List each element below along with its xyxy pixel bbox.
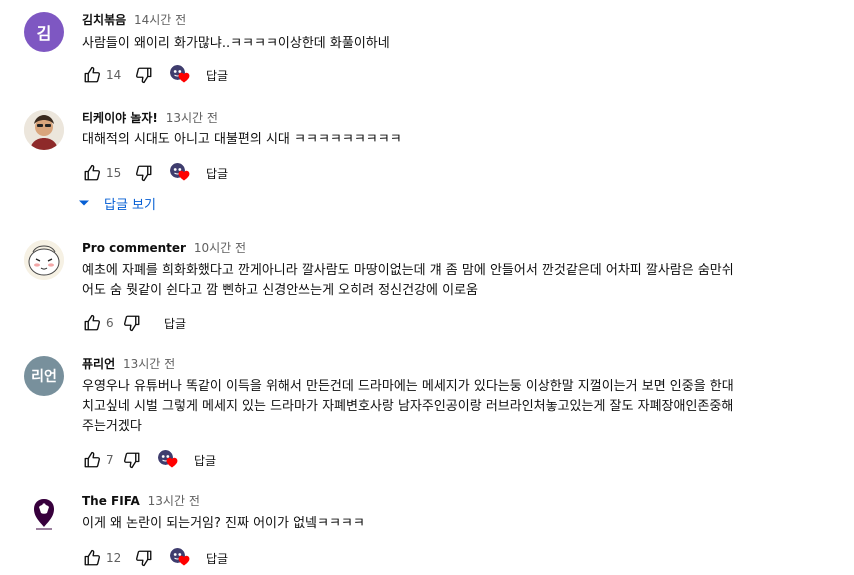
avatar-photo-icon: [24, 110, 64, 150]
comment-author[interactable]: Pro commenter: [82, 241, 186, 255]
like-button[interactable]: [80, 63, 104, 87]
comment-time[interactable]: 10시간 전: [194, 241, 246, 255]
comment-author[interactable]: The FIFA: [82, 494, 140, 508]
like-icon: [84, 314, 100, 331]
avatar[interactable]: 리언: [24, 356, 64, 396]
comment-author[interactable]: 퓨리언: [82, 357, 115, 371]
like-icon: [84, 451, 100, 468]
comment-text-line: 주는거겠다: [82, 419, 142, 434]
dislike-icon: [136, 550, 152, 567]
dislike-icon: [136, 67, 152, 84]
like-button[interactable]: [80, 311, 104, 335]
dislike-button[interactable]: [132, 161, 156, 185]
avatar[interactable]: [24, 110, 64, 150]
avatar[interactable]: [24, 240, 64, 280]
like-count: 14: [106, 68, 122, 82]
dislike-button[interactable]: [132, 546, 156, 570]
comment-time[interactable]: 14시간 전: [134, 13, 186, 27]
like-button[interactable]: [80, 448, 104, 472]
reply-button[interactable]: 답글: [206, 67, 228, 84]
avatar-character-icon: [24, 240, 64, 280]
dislike-icon: [136, 165, 152, 182]
reply-button[interactable]: 답글: [194, 452, 216, 469]
creator-heart-icon: [166, 457, 178, 468]
comment-text-line: 어도 숨 뭣같이 쉰다고 깜 삔하고 신경안쓰는게 오히려 정신건강에 이로움: [82, 283, 478, 298]
comment-text: 우영우나 유튜버나 똑같이 이득을 위해서 만든건데 드라마에는 메세지가 있다…: [82, 377, 842, 437]
dislike-button[interactable]: [132, 63, 156, 87]
dislike-button[interactable]: [120, 448, 144, 472]
comment-author[interactable]: 티케이야 놀자!: [82, 111, 158, 125]
avatar[interactable]: [24, 493, 64, 533]
avatar[interactable]: 김: [24, 12, 64, 52]
comment-text-line: 예초에 자폐를 희화화했다고 깐게아니라 깔사람도 마땅이없는데 걔 좀 맘에 …: [82, 263, 734, 278]
view-replies-label: 답글 보기: [104, 197, 156, 213]
reply-button[interactable]: 답글: [206, 550, 228, 567]
comment-text-line: 사람들이 왜이리 화가많냐..ㅋㅋㅋㅋ이상한데 화풀이하네: [82, 36, 390, 51]
comment-text-line: 이게 왜 논란이 되는거임? 진짜 어이가 없넼ㅋㅋㅋㅋ: [82, 516, 365, 531]
like-icon: [84, 549, 100, 566]
avatar-letter: 김: [36, 24, 52, 43]
like-button[interactable]: [80, 161, 104, 185]
creator-heart-icon: [178, 72, 190, 83]
like-count: 12: [106, 551, 122, 565]
dislike-button[interactable]: [120, 311, 144, 335]
like-icon: [84, 164, 100, 181]
chevron-down-icon: [79, 200, 89, 206]
creator-heart-icon: [178, 555, 190, 566]
comment-text: 사람들이 왜이리 화가많냐..ㅋㅋㅋㅋ이상한데 화풀이하네: [82, 34, 842, 54]
creator-heart: [168, 161, 192, 185]
comment-time[interactable]: 13시간 전: [166, 111, 218, 125]
avatar-letter: 리언: [31, 369, 57, 385]
comment-text-line: 대해적의 시대도 아니고 대불편의 시대 ㅋㅋㅋㅋㅋㅋㅋㅋㅋ: [82, 132, 402, 147]
reply-button[interactable]: 답글: [164, 315, 186, 332]
like-icon: [84, 66, 100, 83]
creator-heart: [156, 448, 180, 472]
like-count: 7: [106, 453, 114, 467]
creator-heart-icon: [178, 170, 190, 181]
dislike-icon: [124, 452, 140, 469]
comment-text-line: 치고싶네 시벌 그렇게 메세지 있는 드라마가 자폐변호사랑 남자주인공이랑 러…: [82, 399, 734, 414]
like-count: 6: [106, 316, 114, 330]
like-button[interactable]: [80, 546, 104, 570]
creator-heart: [168, 63, 192, 87]
comment-text: 대해적의 시대도 아니고 대불편의 시대 ㅋㅋㅋㅋㅋㅋㅋㅋㅋ: [82, 130, 842, 150]
dislike-icon: [124, 315, 140, 332]
comment-time[interactable]: 13시간 전: [123, 357, 175, 371]
creator-heart: [168, 546, 192, 570]
comment-text: 예초에 자폐를 희화화했다고 깐게아니라 깔사람도 마땅이없는데 걔 좀 맘에 …: [82, 261, 842, 301]
view-replies-button[interactable]: 답글 보기: [78, 192, 156, 214]
like-count: 15: [106, 166, 122, 180]
avatar-crest-icon: [24, 493, 64, 533]
reply-button[interactable]: 답글: [206, 165, 228, 182]
comment-text: 이게 왜 논란이 되는거임? 진짜 어이가 없넼ㅋㅋㅋㅋ: [82, 514, 842, 534]
comment-text-line: 우영우나 유튜버나 똑같이 이득을 위해서 만든건데 드라마에는 메세지가 있다…: [82, 379, 734, 394]
comment-author[interactable]: 김치볶음: [82, 13, 126, 27]
comment-time[interactable]: 13시간 전: [148, 494, 200, 508]
